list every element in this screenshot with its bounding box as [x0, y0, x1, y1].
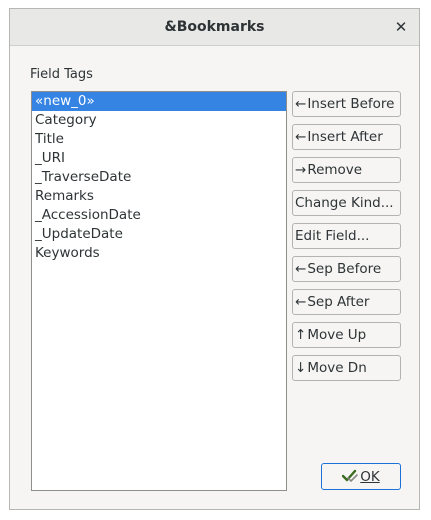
sep-after-button[interactable]: ←Sep After [292, 289, 401, 315]
list-item[interactable]: Title [32, 130, 286, 149]
insert-before-button[interactable]: ←Insert Before [292, 91, 401, 117]
button-label: Change Kind... [295, 195, 394, 211]
move-down-button[interactable]: ↓Move Dn [292, 355, 401, 381]
arrow-right-icon: → [295, 162, 307, 178]
button-label: Remove [307, 162, 363, 178]
arrow-left-icon: ← [295, 261, 307, 277]
button-label: Sep After [307, 294, 370, 310]
sep-before-button[interactable]: ←Sep Before [292, 256, 401, 282]
button-label: Insert Before [307, 96, 395, 112]
arrow-left-icon: ← [295, 129, 307, 145]
list-item[interactable]: _UpdateDate [32, 225, 286, 244]
list-item[interactable]: «new_0» [32, 92, 286, 111]
insert-after-button[interactable]: ←Insert After [292, 124, 401, 150]
bookmarks-dialog: &Bookmarks ✕ Field Tags «new_0» Category… [9, 8, 420, 510]
arrow-left-icon: ← [295, 96, 307, 112]
arrow-left-icon: ← [295, 294, 307, 310]
remove-button[interactable]: →Remove [292, 157, 401, 183]
list-item[interactable]: Remarks [32, 187, 286, 206]
ok-button[interactable]: OK [321, 463, 401, 490]
window-title: &Bookmarks [164, 19, 265, 35]
checkmark-hand-icon [342, 469, 359, 482]
change-kind-button[interactable]: Change Kind... [292, 190, 401, 216]
list-item[interactable]: _URI [32, 149, 286, 168]
field-tags-label: Field Tags [30, 67, 93, 82]
button-label: Insert After [307, 129, 383, 145]
list-item[interactable]: Keywords [32, 244, 286, 263]
title-bar[interactable]: &Bookmarks ✕ [10, 9, 419, 46]
list-item[interactable]: _AccessionDate [32, 206, 286, 225]
list-item[interactable]: Category [32, 111, 286, 130]
button-label: Move Dn [307, 360, 367, 376]
arrow-down-icon: ↓ [295, 360, 307, 376]
close-icon[interactable]: ✕ [391, 17, 411, 37]
ok-label: OK [360, 469, 380, 485]
button-label: Move Up [307, 327, 367, 343]
move-up-button[interactable]: ↑Move Up [292, 322, 401, 348]
arrow-up-icon: ↑ [295, 327, 307, 343]
list-item[interactable]: _TraverseDate [32, 168, 286, 187]
button-label: Sep Before [307, 261, 382, 277]
button-label: Edit Field... [295, 228, 370, 244]
edit-field-button[interactable]: Edit Field... [292, 223, 401, 249]
field-tags-list[interactable]: «new_0» Category Title _URI _TraverseDat… [31, 91, 287, 491]
